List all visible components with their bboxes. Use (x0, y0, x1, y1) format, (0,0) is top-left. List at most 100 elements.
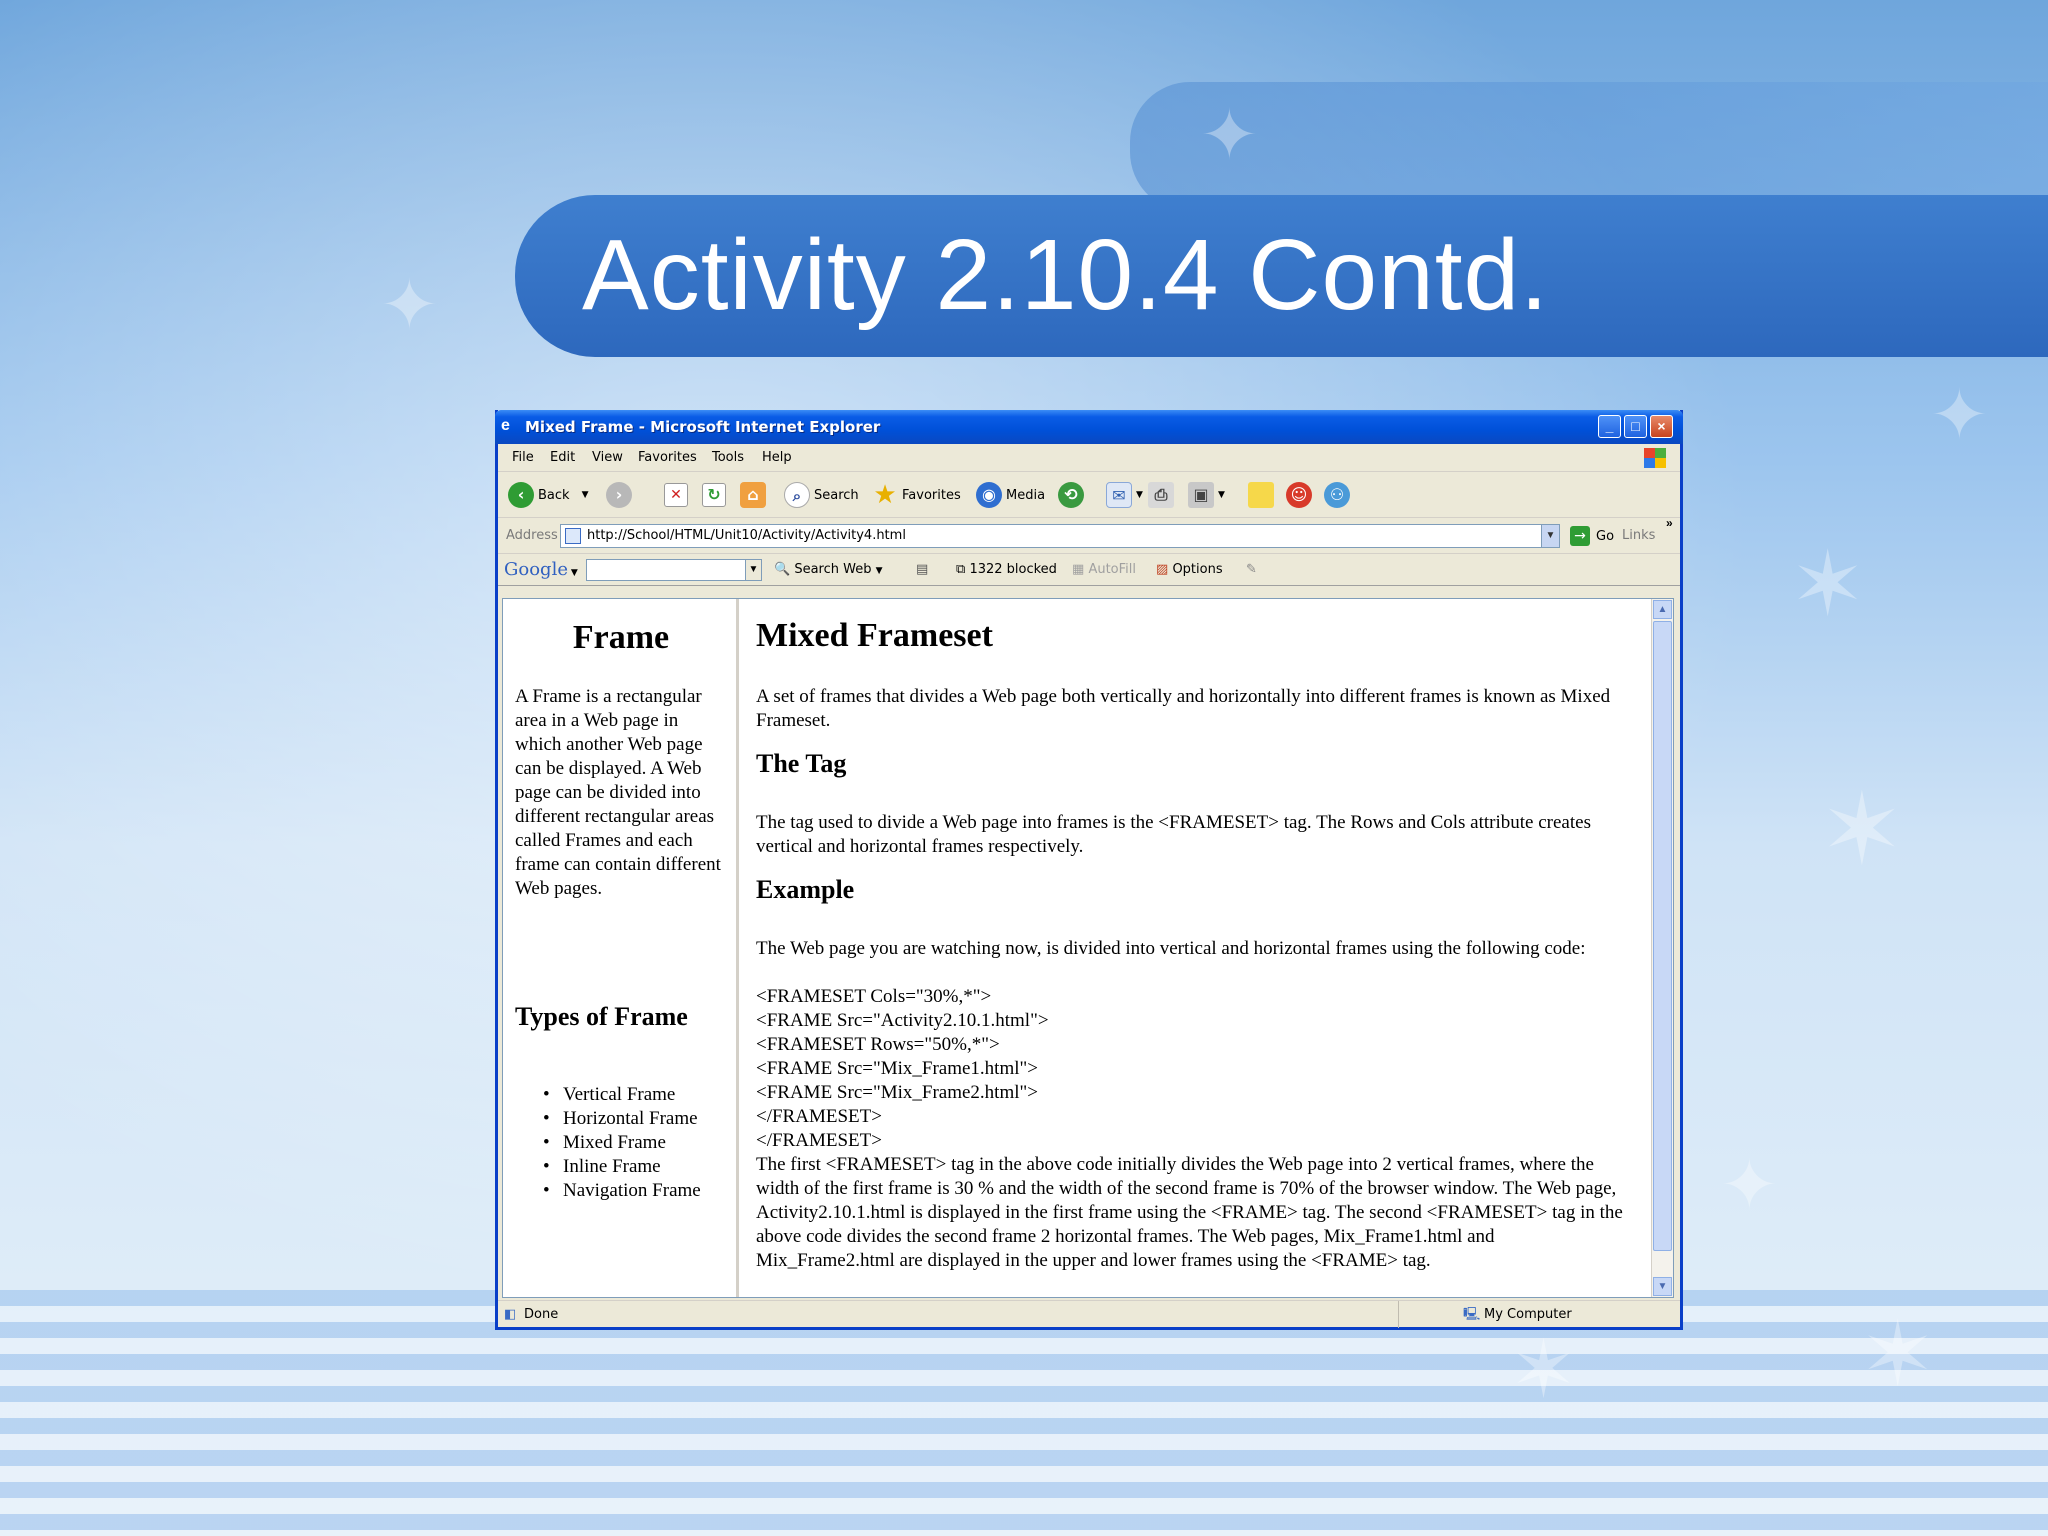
address-label: Address (506, 528, 558, 543)
list-item: Mixed Frame (515, 1131, 725, 1155)
address-url: http://School/HTML/Unit10/Activity/Activ… (587, 528, 906, 543)
window-title: Mixed Frame - Microsoft Internet Explore… (525, 418, 881, 436)
messenger-icon: ⚇ (1324, 482, 1350, 508)
code-line: <FRAMESET Cols="30%,*"> (756, 986, 992, 1007)
messenger-button[interactable]: ⚇ (1324, 480, 1354, 510)
binoculars-icon: 🔍 (774, 562, 791, 577)
stop-icon: ✕ (664, 483, 688, 507)
standard-toolbar: ‹ Back ▼ › ✕ ↻ ⌂ ⌕ Search ★ Favorites ◉ … (498, 472, 1680, 518)
google-logo-text: Google (504, 559, 568, 580)
history-button[interactable]: ⟲ (1058, 480, 1088, 510)
options-label: Options (1172, 562, 1223, 577)
window-titlebar[interactable]: e Mixed Frame - Microsoft Internet Explo… (495, 410, 1683, 444)
menu-favorites[interactable]: Favorites (638, 444, 697, 472)
code-line: </FRAMESET> (756, 1106, 882, 1127)
print-button[interactable]: ⎙ (1148, 480, 1178, 510)
maximize-button[interactable]: □ (1624, 415, 1647, 438)
options-button[interactable]: ▨ Options (1156, 554, 1223, 586)
media-icon: ◉ (976, 482, 1002, 508)
home-button[interactable]: ⌂ (740, 480, 770, 510)
pagerank-icon[interactable]: ▤ (916, 554, 928, 586)
edit-icon: ▣ (1188, 482, 1214, 508)
popup-blocker-button[interactable]: ⧉ 1322 blocked (956, 554, 1057, 586)
menu-edit[interactable]: Edit (550, 444, 575, 472)
star-icon: ★ (873, 480, 897, 510)
scroll-up-icon[interactable]: ▲ (1653, 600, 1672, 619)
star-decoration: ✦ (1200, 96, 1259, 174)
vertical-scrollbar[interactable]: ▲ ▼ (1651, 599, 1673, 1297)
search-web-button[interactable]: 🔍 Search Web ▼ (774, 554, 883, 587)
refresh-icon: ↻ (702, 483, 726, 507)
chevron-down-icon[interactable]: ▼ (1541, 525, 1559, 547)
menu-view[interactable]: View (592, 444, 623, 472)
star-decoration: ✶ (1860, 1305, 1936, 1405)
mail-icon: ✉ (1106, 482, 1132, 508)
favorites-button[interactable]: ★ Favorites (872, 480, 961, 510)
media-label: Media (1006, 487, 1046, 503)
autofill-label: AutoFill (1088, 562, 1136, 577)
menu-tools[interactable]: Tools (712, 444, 744, 472)
google-logo[interactable]: Google ▼ (504, 554, 578, 589)
code-line: </FRAMESET> (756, 1130, 882, 1151)
browser-window: e Mixed Frame - Microsoft Internet Explo… (495, 410, 1683, 1330)
chevron-down-icon: ▼ (581, 490, 589, 500)
home-icon: ⌂ (740, 482, 766, 508)
favorites-label: Favorites (902, 487, 961, 503)
tag-paragraph: The tag used to divide a Web page into f… (756, 812, 1591, 857)
windows-logo-icon (1644, 448, 1666, 468)
chevron-right-icon[interactable]: » (1666, 516, 1673, 530)
right-frame-heading: Mixed Frameset (756, 617, 993, 654)
list-item: Navigation Frame (515, 1179, 725, 1203)
star-decoration: ✦ (1720, 1146, 1779, 1224)
print-icon: ⎙ (1148, 482, 1174, 508)
blocked-count: 1322 blocked (969, 562, 1057, 577)
scroll-thumb[interactable] (1653, 621, 1672, 1251)
popup-blocker-icon: ⧉ (956, 562, 966, 577)
left-frame-heading: Frame (572, 619, 670, 656)
types-heading: Types of Frame (515, 1002, 688, 1031)
back-button[interactable]: ‹ Back ▼ (508, 480, 588, 510)
stop-button[interactable]: ✕ (664, 480, 692, 510)
note-icon (1248, 482, 1274, 508)
go-button[interactable]: → Go (1570, 525, 1614, 547)
menu-help[interactable]: Help (762, 444, 792, 472)
google-toolbar: Google ▼ ▼ 🔍 Search Web ▼ ▤ ⧉ 1322 block… (498, 554, 1680, 586)
back-label: Back (538, 487, 570, 503)
left-frame-paragraph: A Frame is a rectangular area in a Web p… (515, 686, 721, 899)
example-heading: Example (756, 875, 855, 904)
status-bar: ◧ Done 🖳 My Computer (498, 1300, 1680, 1328)
research-button[interactable]: ☺ (1286, 480, 1316, 510)
links-button[interactable]: Links (1622, 518, 1655, 554)
google-search-input[interactable]: ▼ (586, 559, 762, 581)
star-decoration: ✶ (1510, 1325, 1578, 1414)
star-decoration: ✦ (1930, 376, 1989, 454)
right-frame: Mixed Frameset A set of frames that divi… (742, 599, 1650, 1297)
chevron-down-icon: ▼ (875, 566, 883, 576)
options-icon: ▨ (1156, 562, 1169, 577)
mail-button[interactable]: ✉ ▼ (1106, 480, 1143, 510)
scroll-down-icon[interactable]: ▼ (1653, 1277, 1672, 1296)
tag-heading: The Tag (756, 749, 847, 778)
explanation-paragraph: The first <FRAMESET> tag in the above co… (756, 1154, 1623, 1271)
status-divider (1398, 1301, 1399, 1328)
background-band (1130, 82, 2048, 212)
chevron-down-icon: ▼ (567, 568, 578, 578)
edit-button[interactable]: ▣ ▼ (1188, 480, 1225, 510)
search-button[interactable]: ⌕ Search (784, 480, 859, 510)
address-input[interactable]: http://School/HTML/Unit10/Activity/Activ… (560, 524, 1560, 548)
star-decoration: ✶ (1820, 774, 1904, 886)
close-button[interactable]: × (1650, 415, 1673, 438)
menu-file[interactable]: File (512, 444, 534, 472)
computer-icon: 🖳 (1463, 1307, 1481, 1322)
chevron-down-icon[interactable]: ▼ (745, 560, 761, 580)
pencil-icon[interactable]: ✎ (1246, 554, 1257, 586)
refresh-button[interactable]: ↻ (702, 480, 730, 510)
notes-button[interactable] (1248, 480, 1278, 510)
autofill-button[interactable]: ▦ AutoFill (1072, 554, 1136, 586)
go-arrow-icon: → (1570, 526, 1590, 546)
research-icon: ☺ (1286, 482, 1312, 508)
minimize-button[interactable]: _ (1598, 415, 1621, 438)
forward-button[interactable]: › (606, 480, 636, 510)
list-item: Horizontal Frame (515, 1107, 725, 1131)
media-button[interactable]: ◉ Media (976, 480, 1045, 510)
